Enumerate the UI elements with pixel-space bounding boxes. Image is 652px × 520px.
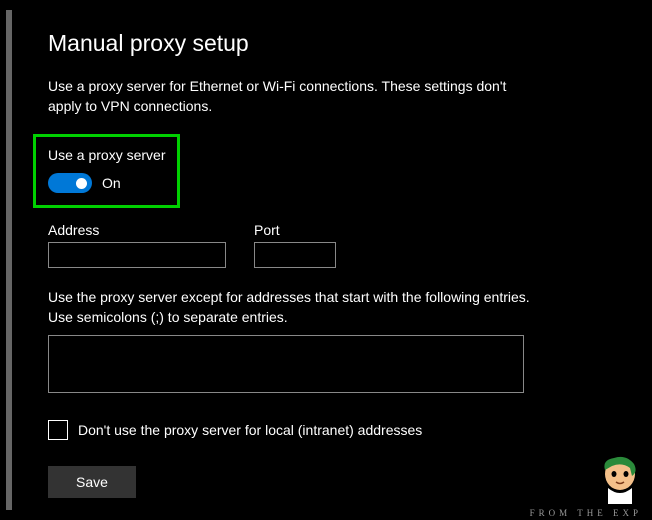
local-checkbox-label: Don't use the proxy server for local (in… xyxy=(78,422,422,438)
port-label: Port xyxy=(254,222,336,238)
proxy-toggle[interactable] xyxy=(48,173,92,193)
proxy-toggle-label: Use a proxy server xyxy=(48,147,165,163)
port-input[interactable] xyxy=(254,242,336,268)
settings-panel: Manual proxy setup Use a proxy server fo… xyxy=(0,0,652,518)
scrollbar-thumb[interactable] xyxy=(6,10,12,510)
toggle-knob xyxy=(76,178,87,189)
proxy-toggle-state: On xyxy=(102,175,121,191)
exceptions-description: Use the proxy server except for addresse… xyxy=(48,288,548,327)
save-button[interactable]: Save xyxy=(48,466,136,498)
avatar-image xyxy=(592,452,648,504)
local-checkbox[interactable] xyxy=(48,420,68,440)
proxy-toggle-row: On xyxy=(48,173,165,193)
address-port-row: Address Port xyxy=(48,222,612,268)
address-input[interactable] xyxy=(48,242,226,268)
page-description: Use a proxy server for Ethernet or Wi-Fi… xyxy=(48,77,528,116)
highlight-annotation: Use a proxy server On xyxy=(33,134,180,208)
address-label: Address xyxy=(48,222,226,238)
page-title: Manual proxy setup xyxy=(48,30,612,57)
local-checkbox-row: Don't use the proxy server for local (in… xyxy=(48,420,612,440)
exceptions-input[interactable] xyxy=(48,335,524,393)
port-group: Port xyxy=(254,222,336,268)
watermark-text: FROM THE EXP xyxy=(530,508,642,518)
address-group: Address xyxy=(48,222,226,268)
